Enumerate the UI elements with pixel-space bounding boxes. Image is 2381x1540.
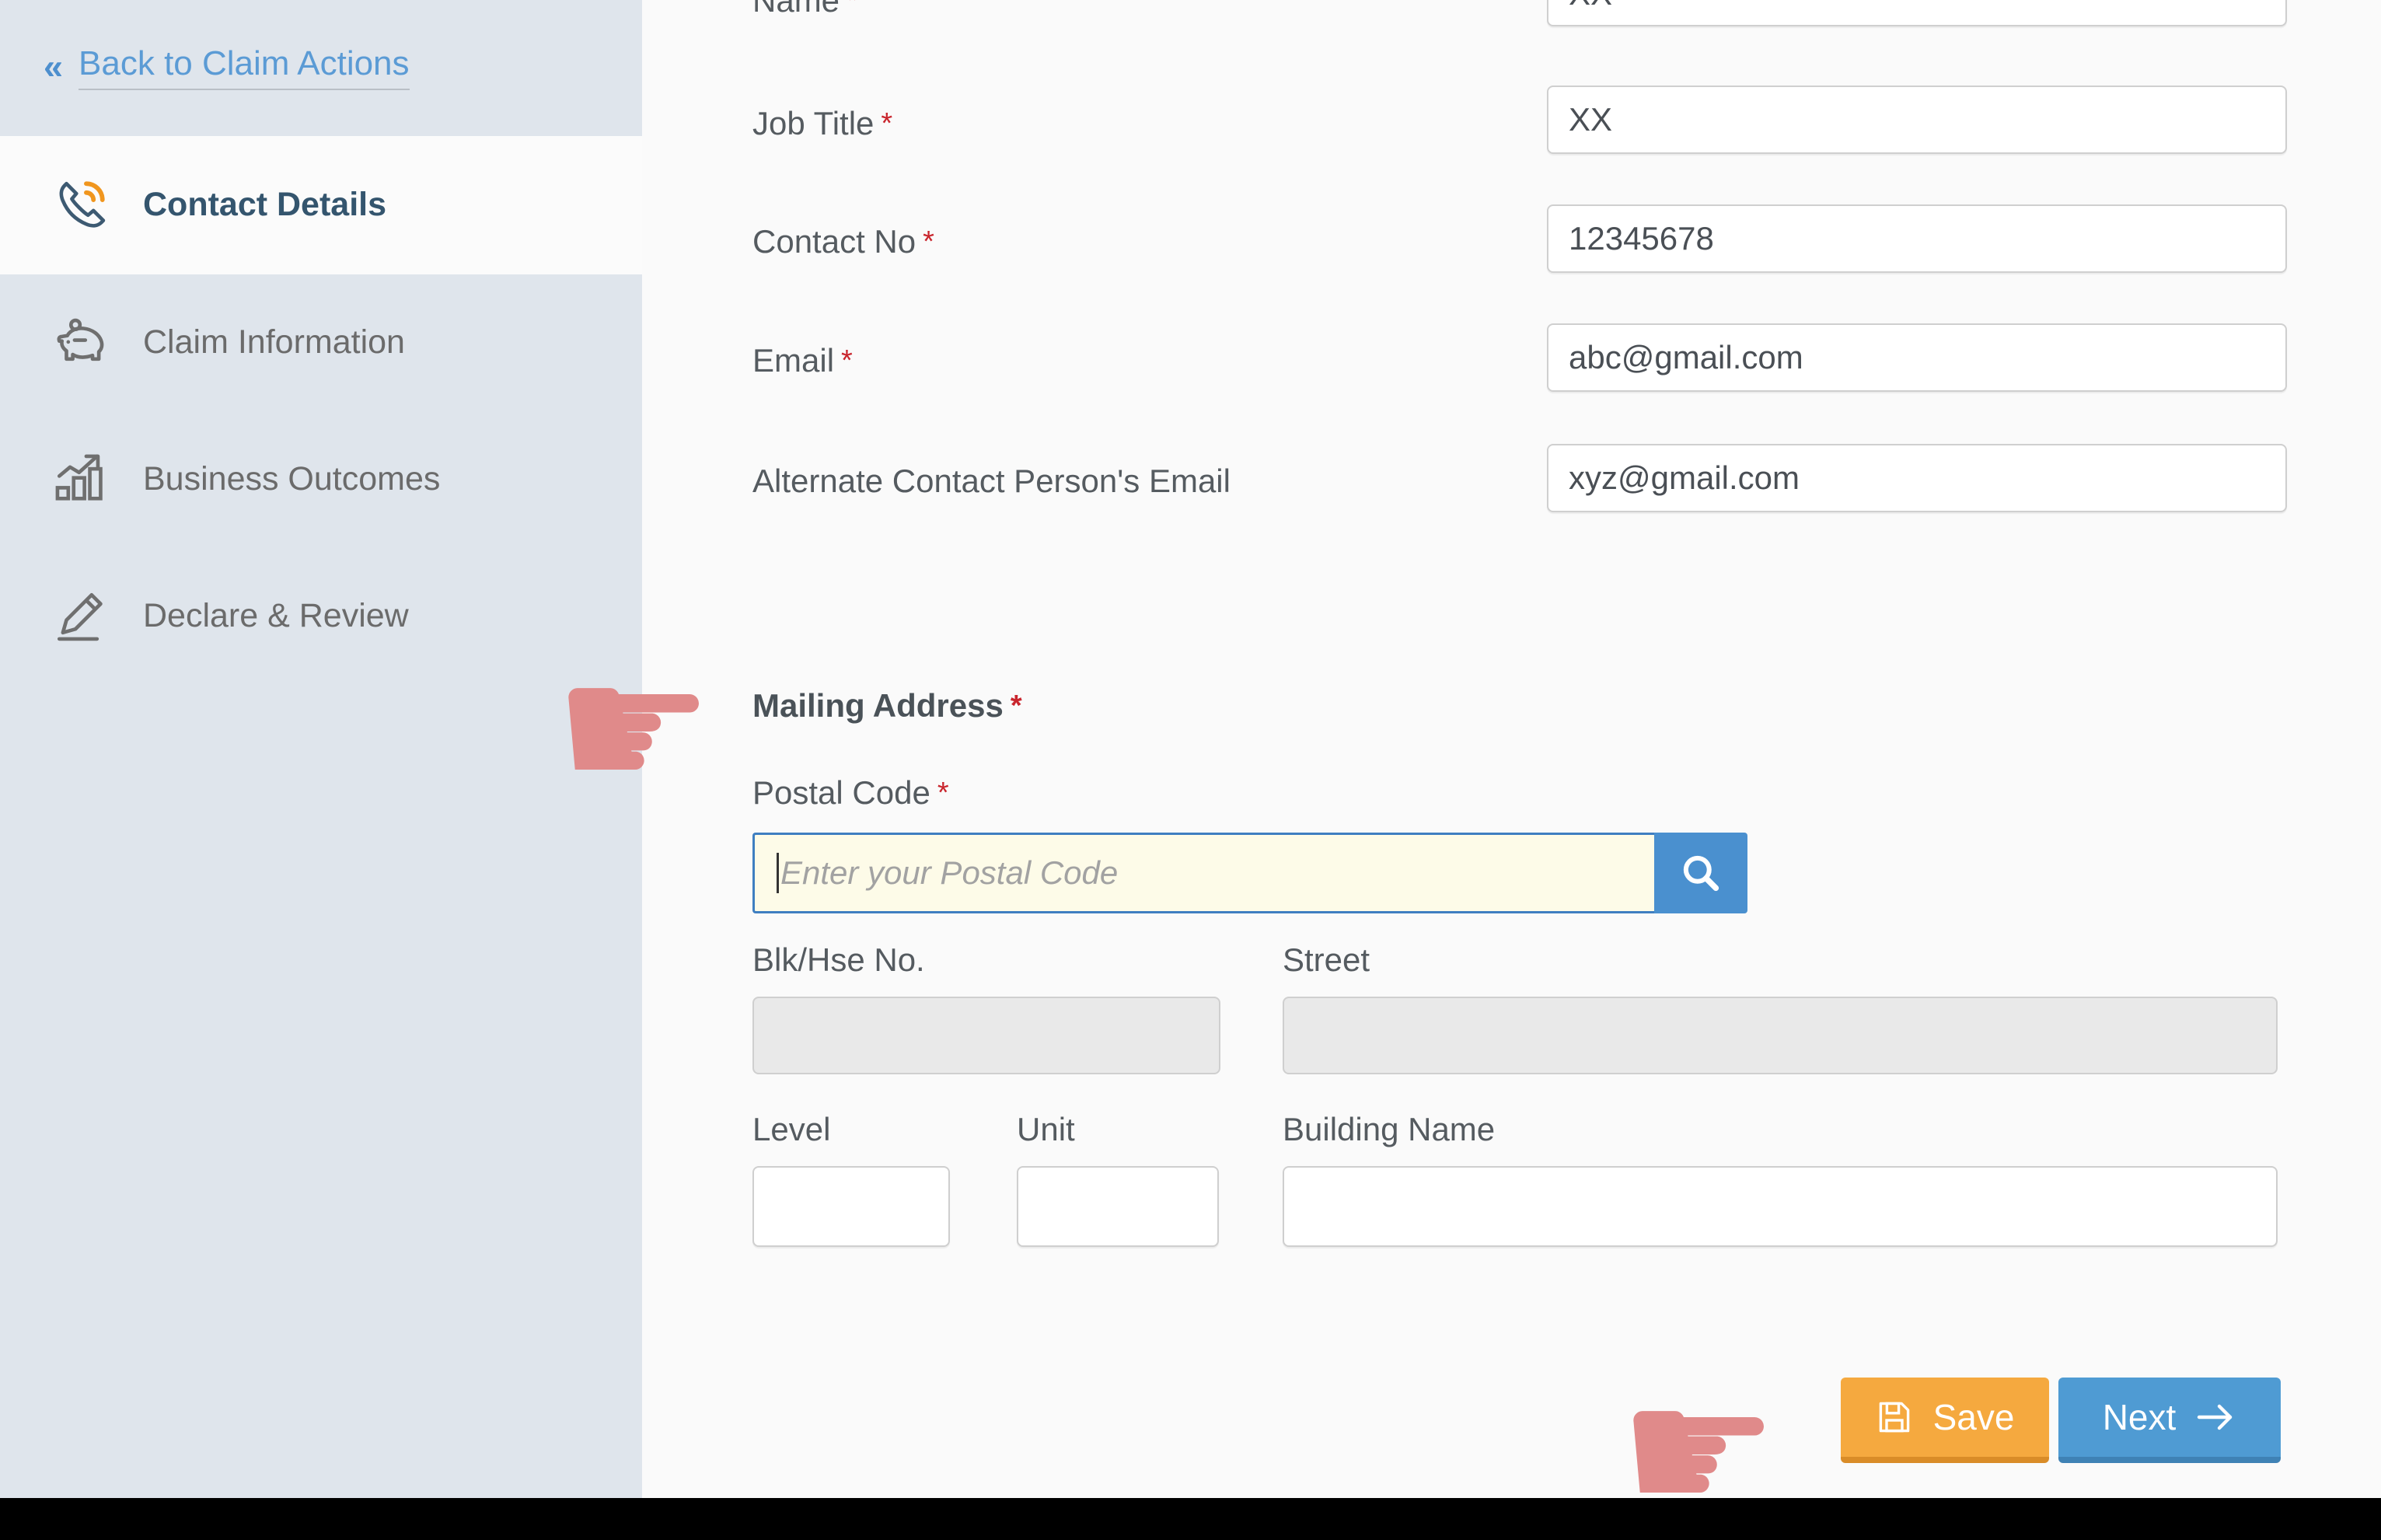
sidebar-item-label: Claim Information	[143, 324, 405, 361]
back-to-claim-actions-link[interactable]: « Back to Claim Actions	[0, 0, 642, 136]
bottom-black-bar	[0, 1498, 2381, 1540]
contact-no-value: 12345678	[1569, 220, 1714, 257]
save-button-label: Save	[1933, 1396, 2015, 1438]
job-title-input[interactable]: XX	[1547, 86, 2287, 154]
mailing-address-label: Mailing Address*	[752, 688, 1022, 724]
street-label-text: Street	[1283, 941, 1370, 978]
building-name-input[interactable]	[1283, 1166, 2278, 1247]
unit-label-text: Unit	[1017, 1111, 1075, 1147]
sidebar-item-claim-information[interactable]: Claim Information	[0, 274, 642, 411]
alternate-email-input[interactable]: xyz@gmail.com	[1547, 444, 2287, 512]
name-label: Name *	[752, 0, 858, 19]
contact-no-label-text: Contact No	[752, 223, 916, 260]
magnifier-icon	[1679, 851, 1723, 895]
email-label-text: Email	[752, 342, 834, 379]
required-asterisk: *	[1011, 690, 1022, 722]
street-label: Street	[1283, 942, 1370, 978]
unit-input[interactable]	[1017, 1166, 1219, 1247]
arrow-right-icon	[2196, 1400, 2236, 1434]
name-input[interactable]: XX	[1547, 0, 2287, 26]
double-chevron-left-icon: «	[44, 49, 63, 84]
blk-hse-no-input[interactable]	[752, 997, 1220, 1074]
contact-no-input[interactable]: 12345678	[1547, 204, 2287, 273]
contact-no-label: Contact No*	[752, 224, 934, 260]
level-input[interactable]	[752, 1166, 950, 1247]
building-name-label: Building Name	[1283, 1112, 1495, 1147]
pen-sign-icon	[48, 584, 113, 649]
alternate-email-value: xyz@gmail.com	[1569, 459, 1800, 497]
job-title-value: XX	[1569, 101, 1612, 138]
blk-hse-no-label-text: Blk/Hse No.	[752, 941, 925, 978]
save-button[interactable]: Save	[1841, 1378, 2049, 1463]
back-link-label: Back to Claim Actions	[79, 46, 410, 89]
next-button[interactable]: Next	[2058, 1378, 2281, 1463]
sidebar-item-label: Business Outcomes	[143, 461, 440, 498]
required-asterisk: *	[847, 0, 858, 17]
postal-code-placeholder: Enter your Postal Code	[780, 854, 1118, 892]
form-action-buttons: Save Next	[1841, 1378, 2281, 1463]
text-caret	[777, 853, 779, 893]
building-name-label-text: Building Name	[1283, 1111, 1495, 1147]
piggy-bank-icon	[48, 310, 113, 375]
required-asterisk: *	[937, 777, 949, 809]
email-label: Email*	[752, 343, 853, 379]
alternate-email-label-text: Alternate Contact Person's Email	[752, 463, 1231, 499]
contact-details-form: Name* XX Job Title* XX Contact No* 12345…	[642, 0, 2381, 1498]
postal-code-search-group: Enter your Postal Code	[752, 833, 1747, 913]
postal-code-input[interactable]: Enter your Postal Code	[752, 833, 1654, 913]
job-title-label-text: Job Title	[752, 105, 874, 141]
postal-code-label-text: Postal Code	[752, 774, 930, 811]
postal-code-search-button[interactable]	[1654, 833, 1747, 913]
level-label-text: Level	[752, 1111, 830, 1147]
floppy-disk-icon	[1876, 1399, 1913, 1436]
street-input[interactable]	[1283, 997, 2278, 1074]
mailing-address-label-text: Mailing Address	[752, 687, 1004, 724]
unit-label: Unit	[1017, 1112, 1075, 1147]
required-asterisk: *	[923, 225, 934, 258]
pointing-hand-cursor-mailing-address: ☛	[553, 639, 714, 818]
postal-code-label: Postal Code*	[752, 775, 949, 811]
email-input[interactable]: abc@gmail.com	[1547, 323, 2287, 392]
sidebar: « Back to Claim Actions Contact Details	[0, 0, 642, 1498]
sidebar-item-label: Declare & Review	[143, 598, 409, 634]
sidebar-item-business-outcomes[interactable]: Business Outcomes	[0, 411, 642, 548]
name-label-text: Name	[752, 0, 840, 19]
sidebar-item-label: Contact Details	[143, 187, 386, 223]
level-label: Level	[752, 1112, 830, 1147]
page-root: « Back to Claim Actions Contact Details	[0, 0, 2381, 1540]
phone-call-icon	[48, 173, 113, 238]
required-asterisk: *	[881, 107, 892, 140]
name-value: XX	[1569, 0, 1612, 12]
alternate-email-label: Alternate Contact Person's Email	[752, 463, 1231, 499]
next-button-label: Next	[2103, 1396, 2177, 1438]
required-asterisk: *	[841, 344, 853, 377]
email-value: abc@gmail.com	[1569, 339, 1803, 376]
job-title-label: Job Title*	[752, 106, 892, 141]
sidebar-item-contact-details[interactable]: Contact Details	[0, 136, 642, 274]
sidebar-item-declare-review[interactable]: Declare & Review	[0, 548, 642, 685]
blk-hse-no-label: Blk/Hse No.	[752, 942, 925, 978]
bar-chart-trend-icon	[48, 447, 113, 512]
